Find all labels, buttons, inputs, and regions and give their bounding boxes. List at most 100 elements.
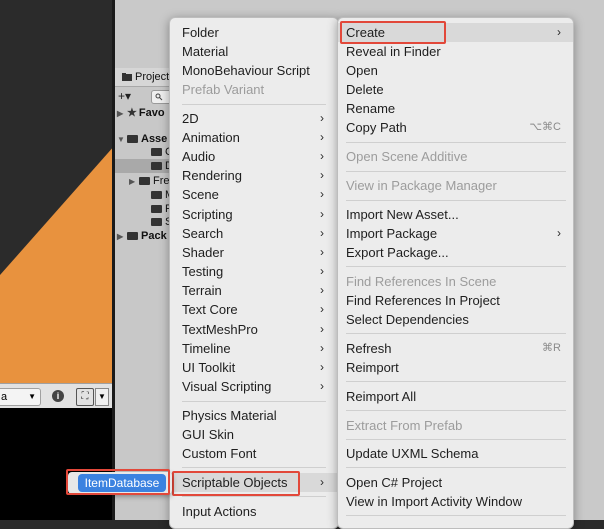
chevron-right-icon[interactable]: ▶ (117, 107, 127, 121)
tree-item-label: Fre (153, 175, 170, 187)
frame-selection-icon[interactable]: ⛶ (76, 388, 94, 406)
menu-item-search[interactable]: Search › (170, 224, 338, 243)
project-tab-label: Project (135, 71, 170, 83)
menu-item-material[interactable]: Material (170, 42, 338, 61)
tree-item[interactable]: ▶ ★ Favo (117, 106, 165, 120)
menu-item-monobehaviour-script[interactable]: MonoBehaviour Script (170, 61, 338, 80)
menu-item-scene[interactable]: Scene › (170, 185, 338, 204)
menu-item-audio[interactable]: Audio › (170, 147, 338, 166)
tree-item-label: Pack (141, 230, 167, 242)
menu-item-visual-scripting[interactable]: Visual Scripting › (170, 377, 338, 396)
menu-item-shader[interactable]: Shader › (170, 243, 338, 262)
menu-item-find-references-in-project[interactable]: Find References In Project (338, 291, 573, 310)
menu-item-gui-skin[interactable]: GUI Skin (170, 425, 338, 444)
menu-item-rendering[interactable]: Rendering › (170, 166, 338, 185)
refresh-shortcut: ⌘R (542, 342, 561, 354)
chevron-right-icon[interactable]: ▶ (129, 175, 139, 189)
menu-separator (346, 381, 566, 382)
menu-item-open[interactable]: Open (338, 61, 573, 80)
chevron-right-icon: › (320, 187, 324, 201)
menu-item-delete[interactable]: Delete (338, 80, 573, 99)
menu-item-view-in-import-activity-window[interactable]: View in Import Activity Window (338, 492, 573, 511)
project-panel: Project +▾ ▶★Favo▼AsseC#Da▶FreMaPreSc▶Pa… (115, 68, 182, 520)
menu-item-rename[interactable]: Rename (338, 99, 573, 118)
star-icon: ★ (127, 107, 137, 119)
folder-icon (151, 205, 162, 213)
menu-item-import-package[interactable]: Import Package › (338, 224, 573, 243)
add-asset-button[interactable]: +▾ (118, 89, 131, 103)
chevron-right-icon: › (320, 322, 324, 336)
layer-dropdown[interactable]: a ▼ (0, 388, 41, 406)
chevron-right-icon: › (320, 379, 324, 393)
chevron-right-icon: › (320, 283, 324, 297)
menu-item-open-csharp-project[interactable]: Open C# Project (338, 473, 573, 492)
menu-item-import-new-asset[interactable]: Import New Asset... (338, 205, 573, 224)
menu-item-terrain[interactable]: Terrain › (170, 281, 338, 300)
menu-item-scripting[interactable]: Scripting › (170, 205, 338, 224)
create-submenu: Folder Material MonoBehaviour Script Pre… (169, 17, 339, 529)
menu-item-open-scene-additive: Open Scene Additive (346, 149, 468, 164)
chevron-right-icon: › (320, 111, 324, 125)
menu-item-text-core[interactable]: Text Core › (170, 300, 338, 319)
chevron-right-icon[interactable]: ▶ (117, 230, 127, 244)
menu-separator (346, 439, 566, 440)
menu-separator (182, 496, 326, 497)
chevron-right-icon: › (320, 264, 324, 278)
menu-item-select-dependencies[interactable]: Select Dependencies (338, 310, 573, 329)
menu-separator (346, 333, 566, 334)
project-tab[interactable]: Project (115, 68, 175, 87)
menu-item-folder[interactable]: Folder (170, 23, 338, 42)
scene-view-dark-area (0, 408, 112, 520)
chevron-right-icon: › (320, 149, 324, 163)
chevron-right-icon: › (320, 341, 324, 355)
info-icon[interactable]: i (52, 390, 64, 402)
folder-icon (122, 73, 132, 81)
chevron-right-icon: › (320, 245, 324, 259)
menu-item-animation[interactable]: Animation › (170, 128, 338, 147)
menu-item-input-actions[interactable]: Input Actions (170, 502, 338, 521)
menu-item-2d[interactable]: 2D › (170, 109, 338, 128)
menu-item-reveal-in-finder[interactable]: Reveal in Finder (338, 42, 573, 61)
menu-item-custom-font[interactable]: Custom Font (170, 444, 338, 463)
layer-dropdown-value: a (1, 391, 8, 403)
tree-item[interactable]: ▶ Pack (117, 229, 167, 243)
menu-item-prefab-variant: Prefab Variant (182, 82, 265, 97)
itemdatabase-highlight (66, 469, 170, 495)
menu-item-textmeshpro[interactable]: TextMeshPro › (170, 320, 338, 339)
project-toolbar: +▾ (115, 88, 179, 104)
menu-item-find-references-in-scene: Find References In Scene (346, 274, 497, 289)
menu-separator (182, 104, 326, 105)
tree-item-label: Favo (138, 107, 165, 119)
dropdown-caret-icon: ▼ (28, 392, 36, 401)
frame-dropdown-caret-icon[interactable]: ▼ (95, 388, 109, 406)
menu-separator (346, 142, 566, 143)
menu-item-copy-path[interactable]: Copy Path ⌥⌘C (338, 118, 573, 137)
tree-item[interactable]: ▼ Asse (117, 132, 167, 146)
chevron-right-icon: › (320, 360, 324, 374)
menu-separator (346, 467, 566, 468)
menu-item-physics-material[interactable]: Physics Material (170, 406, 338, 425)
menu-item-timeline[interactable]: Timeline › (170, 339, 338, 358)
copy-path-shortcut: ⌥⌘C (529, 121, 561, 133)
chevron-down-icon[interactable]: ▼ (117, 133, 127, 147)
folder-icon (151, 218, 162, 226)
folder-icon (151, 162, 162, 170)
chevron-right-icon: › (320, 302, 324, 316)
menu-item-view-in-package-manager: View in Package Manager (346, 178, 497, 193)
scene-toolbar: a ▼ i ⛶ ▼ (0, 383, 112, 409)
chevron-right-icon: › (320, 226, 324, 240)
menu-separator (346, 410, 566, 411)
menu-item-ui-toolkit[interactable]: UI Toolkit › (170, 358, 338, 377)
menu-separator (346, 200, 566, 201)
chevron-right-icon: › (320, 168, 324, 182)
menu-item-reimport-all[interactable]: Reimport All (338, 387, 573, 406)
chevron-right-icon: › (320, 475, 324, 489)
menu-item-export-package[interactable]: Export Package... (338, 243, 573, 262)
menu-item-testing[interactable]: Testing › (170, 262, 338, 281)
menu-item-reimport[interactable]: Reimport (338, 358, 573, 377)
create-highlight (340, 21, 446, 44)
tree-item[interactable]: ▶ Fre (129, 174, 170, 188)
menu-item-update-uxml-schema[interactable]: Update UXML Schema (338, 444, 573, 463)
menu-item-refresh[interactable]: Refresh ⌘R (338, 339, 573, 358)
tree-item[interactable]: Da (115, 159, 179, 173)
